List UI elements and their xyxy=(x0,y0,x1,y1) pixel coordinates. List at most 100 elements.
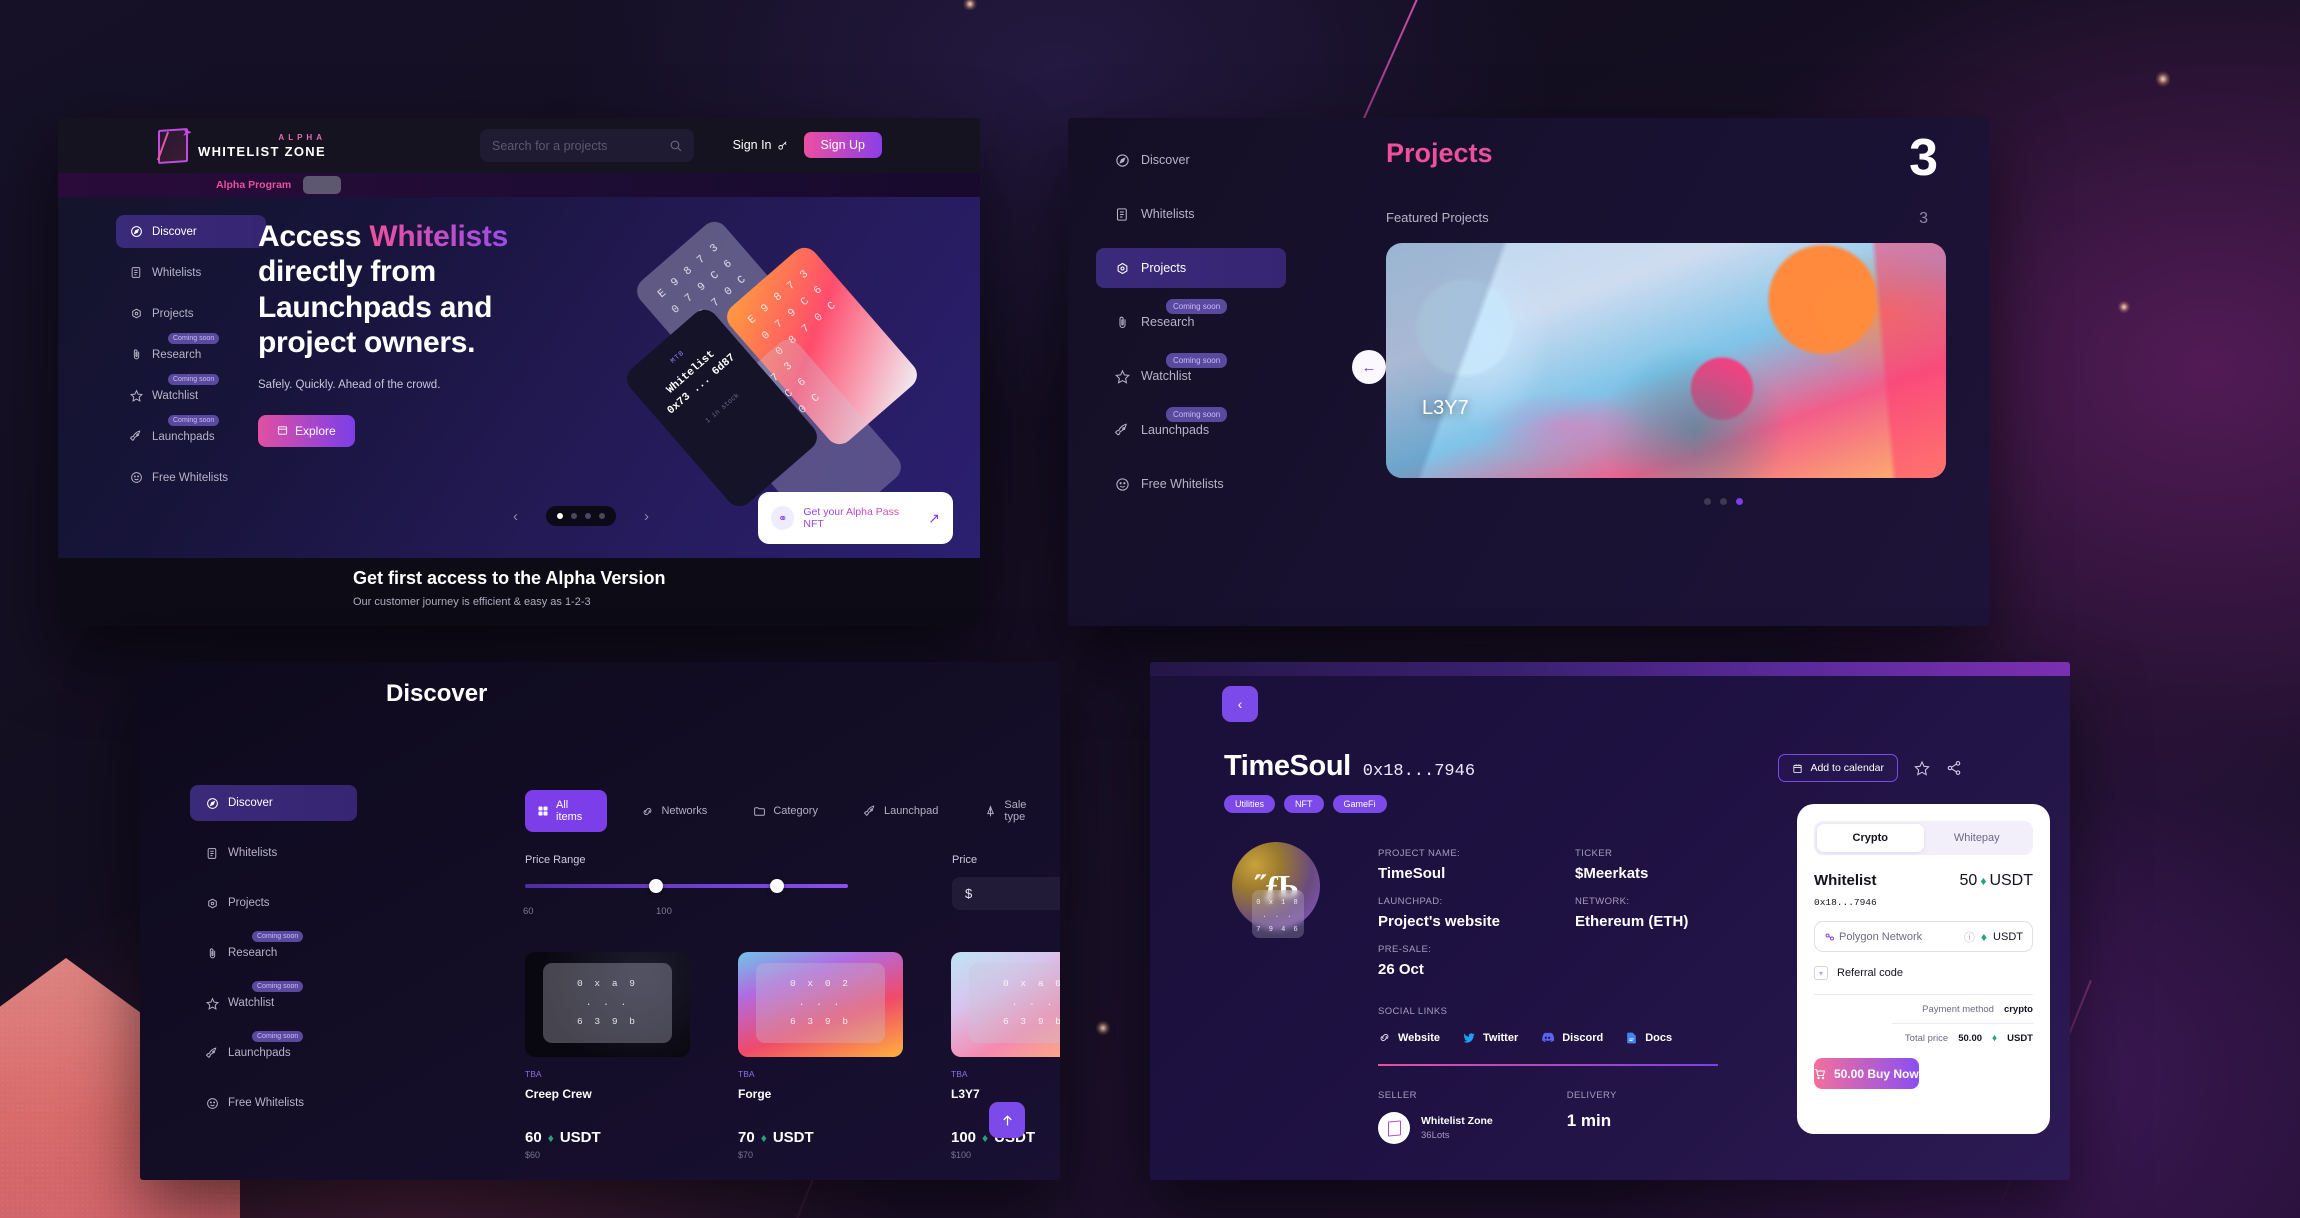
star-icon xyxy=(205,996,219,1010)
star-icon[interactable] xyxy=(1914,760,1930,776)
smiley-icon xyxy=(129,471,143,485)
question-icon[interactable]: ⓘ xyxy=(1964,929,1975,945)
search-input[interactable]: Search for a projects xyxy=(480,129,694,162)
sidebar-item-whitelists[interactable]: Whitelists xyxy=(190,835,357,871)
social-link-website[interactable]: Website xyxy=(1378,1030,1440,1045)
coming-soon-badge: Coming soon xyxy=(168,415,220,426)
panel2-sidebar: Discover Whitelists Projects Research Co… xyxy=(1096,140,1311,518)
sidebar-item-discover[interactable]: Discover xyxy=(116,215,266,248)
price-range-slider[interactable]: 60 100 xyxy=(523,879,848,917)
panel1-bottom-band: Get first access to the Alpha Version Ou… xyxy=(58,558,980,626)
field-presale: PRE-SALE: 26 Oct xyxy=(1378,944,1523,978)
carousel-next-button[interactable]: › xyxy=(644,508,649,525)
sidebar-item-free-whitelists[interactable]: Free Whitelists xyxy=(190,1085,357,1121)
project-status: TBA xyxy=(525,1069,542,1079)
project-tag[interactable]: NFT xyxy=(1284,795,1324,813)
sidebar-item-launchpads[interactable]: Launchpads Coming soon xyxy=(116,415,266,453)
sidebar-item-label: Free Whitelists xyxy=(152,471,229,484)
sidebar-item-watchlist[interactable]: Watchlist Coming soon xyxy=(116,374,266,412)
key-icon xyxy=(777,141,787,150)
project-card[interactable]: 0 x a 0 . . . 6 3 9 b TBA L3Y7 100 ♦ USD… xyxy=(951,952,1060,1180)
panel-project-detail: ‹ TimeSoul 0x18...7946 Utilities NFT Gam… xyxy=(1150,662,2070,1180)
tab-whitepay[interactable]: Whitepay xyxy=(1924,824,2031,852)
sidebar-item-research[interactable]: Research Coming soon xyxy=(116,333,266,371)
price-currency-select[interactable]: $ ▼ xyxy=(952,877,1060,910)
grid-icon xyxy=(537,805,549,817)
buy-now-button[interactable]: 50.00 Buy Now xyxy=(1814,1058,1919,1089)
featured-prev-button[interactable]: ← xyxy=(1352,350,1386,384)
coming-soon-badge: Coming soon xyxy=(252,981,304,992)
network-label: Polygon Network xyxy=(1839,930,1923,943)
sign-up-button[interactable]: Sign Up xyxy=(803,132,882,158)
social-link-docs[interactable]: Docs xyxy=(1625,1030,1672,1045)
sidebar-item-whitelists[interactable]: Whitelists xyxy=(116,256,266,289)
coming-soon-badge: Coming soon xyxy=(168,374,220,385)
sidebar-item-launchpads[interactable]: Launchpads Coming soon xyxy=(1096,407,1286,450)
back-button[interactable]: ‹ xyxy=(1222,686,1258,722)
carousel-dots[interactable] xyxy=(546,506,616,526)
referral-row[interactable]: ▾ Referral code xyxy=(1814,966,2033,980)
field-value: TimeSoul xyxy=(1378,865,1446,882)
sidebar-item-discover[interactable]: Discover xyxy=(1096,140,1286,180)
filter-networks[interactable]: Networks xyxy=(629,796,719,827)
project-card[interactable]: 0 x a 9 . . . 6 3 9 b TBA Creep Crew 60 … xyxy=(525,952,690,1180)
sidebar-item-watchlist[interactable]: Watchlist Coming soon xyxy=(190,981,357,1021)
brand-logo-group[interactable]: ➤ ALPHA WHITELIST ZONE xyxy=(156,125,326,164)
project-card-list: 0 x a 9 . . . 6 3 9 b TBA Creep Crew 60 … xyxy=(525,952,1060,1180)
network-select[interactable]: Polygon Network ⓘ ♦ USDT xyxy=(1814,921,2033,952)
sidebar-item-launchpads[interactable]: Launchpads Coming soon xyxy=(190,1031,357,1071)
sidebar-item-whitelists[interactable]: Whitelists xyxy=(1096,194,1286,234)
sidebar-item-research[interactable]: Research Coming soon xyxy=(1096,299,1286,342)
sidebar-item-watchlist[interactable]: Watchlist Coming soon xyxy=(1096,353,1286,396)
filter-all-items[interactable]: All items xyxy=(525,790,608,832)
sidebar-item-label: Watchlist xyxy=(228,997,275,1009)
slider-knob-min[interactable] xyxy=(649,879,663,893)
sidebar-item-free-whitelists[interactable]: Free Whitelists xyxy=(1096,464,1286,504)
cube-icon xyxy=(129,307,143,321)
code-line: . . . xyxy=(1262,912,1294,921)
tab-crypto[interactable]: Crypto xyxy=(1817,824,1924,852)
project-card[interactable]: 0 x 0 2 . . . 6 3 9 b TBA Forge 70 ♦ USD… xyxy=(738,952,903,1180)
featured-project-card[interactable]: L3Y7 xyxy=(1386,243,1946,478)
sign-in-button[interactable]: Sign In xyxy=(733,138,788,152)
price-amount: 100 xyxy=(951,1129,977,1146)
twitter-icon xyxy=(1463,1032,1475,1043)
alpha-program-chip[interactable] xyxy=(303,176,342,194)
share-icon[interactable] xyxy=(1946,760,1962,776)
sidebar-item-free-whitelists[interactable]: Free Whitelists xyxy=(116,461,266,494)
sidebar-item-research[interactable]: Research Coming soon xyxy=(190,931,357,971)
social-link-label: Twitter xyxy=(1482,1031,1519,1044)
link-icon xyxy=(641,805,654,818)
social-link-twitter[interactable]: Twitter xyxy=(1462,1030,1518,1045)
code-line: 6 3 9 b xyxy=(577,1016,638,1027)
filter-category[interactable]: Category xyxy=(741,796,830,827)
sidebar-item-label: Projects xyxy=(152,307,194,320)
alpha-pass-nft-button[interactable]: ⚭ Get your Alpha Pass NFT ↗ xyxy=(758,492,953,544)
field-project-name: PROJECT NAME: TimeSoul xyxy=(1378,848,1523,882)
social-link-discord[interactable]: Discord xyxy=(1540,1030,1603,1045)
carousel-prev-button[interactable]: ‹ xyxy=(513,508,518,525)
sidebar-item-projects[interactable]: Projects xyxy=(190,885,357,921)
cart-icon xyxy=(1815,1068,1826,1079)
add-to-calendar-button[interactable]: Add to calendar xyxy=(1778,754,1898,782)
sidebar-item-projects[interactable]: Projects xyxy=(1096,248,1286,288)
project-tag[interactable]: Utilities xyxy=(1224,795,1276,813)
explore-button[interactable]: Explore xyxy=(258,414,355,447)
field-value: $Meerkats xyxy=(1575,865,1649,882)
filter-launchpad[interactable]: Launchpad xyxy=(852,796,950,827)
sidebar-item-projects[interactable]: Projects xyxy=(116,297,266,330)
sidebar-item-label: Research xyxy=(1141,315,1195,329)
filter-sale-type[interactable]: Sale type xyxy=(972,790,1060,832)
project-tag[interactable]: GameFi xyxy=(1332,795,1387,813)
slide-counter-large: 3 xyxy=(1909,129,1938,187)
sidebar-item-discover[interactable]: Discover xyxy=(190,785,357,821)
total-price-currency: USDT xyxy=(2007,1033,2033,1044)
slider-knob-max[interactable] xyxy=(770,879,784,893)
social-link-label: Discord xyxy=(1562,1031,1604,1044)
seller-delivery-section: SELLER Whitelist Zone 36Lots DELIVERY 1 … xyxy=(1378,1090,1617,1144)
featured-artwork-overlay xyxy=(1386,243,1946,478)
avatar-code-card: 0 x 1 8 . . . 7 9 4 6 xyxy=(1252,890,1304,938)
scroll-to-top-button[interactable] xyxy=(989,1102,1025,1138)
featured-carousel-dots[interactable] xyxy=(1704,498,1743,505)
hero-title-part-b: directly from Launchpads and project own… xyxy=(258,255,493,360)
